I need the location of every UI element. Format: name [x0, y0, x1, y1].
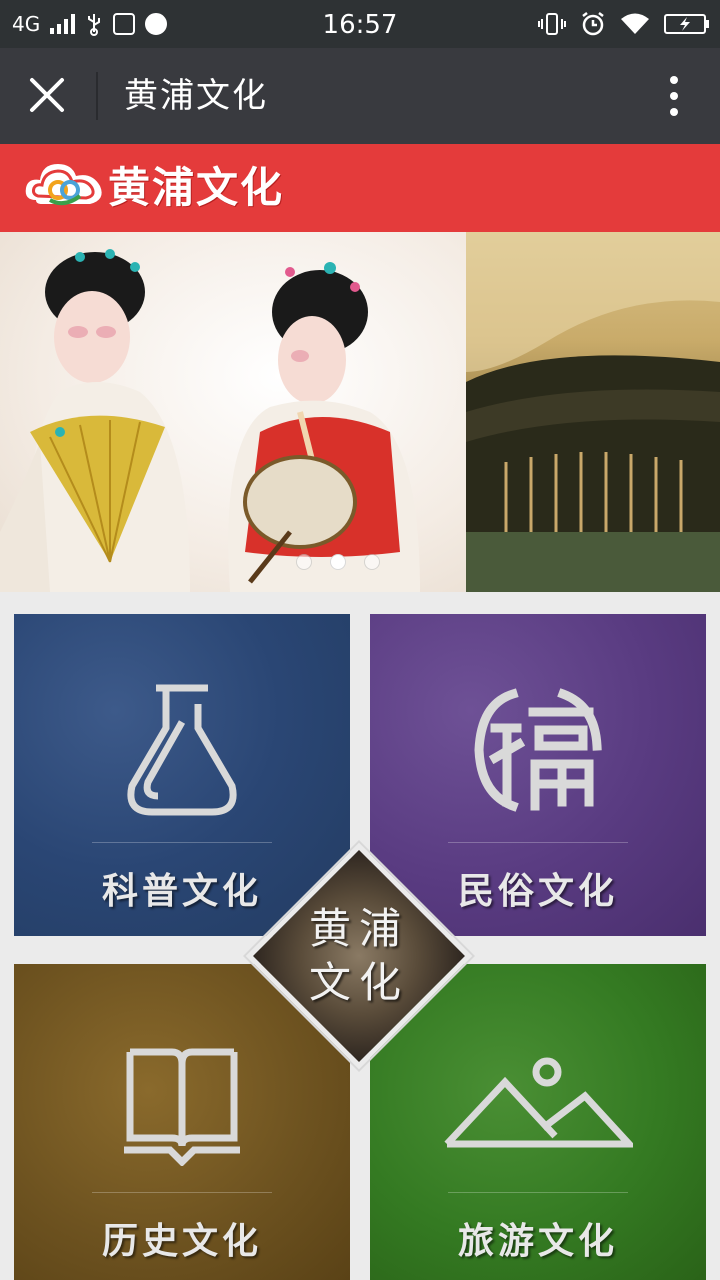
- brand-logo-icon: [25, 164, 102, 206]
- vibrate-icon: [538, 13, 566, 35]
- carousel-dot-1[interactable]: [296, 554, 312, 570]
- wifi-icon: [621, 13, 649, 34]
- status-bar: 4G 16:57: [0, 0, 720, 48]
- carousel-dot-2[interactable]: [330, 554, 346, 570]
- center-diamond[interactable]: [245, 842, 473, 1070]
- flask-icon: [14, 682, 350, 822]
- nav-divider: [96, 72, 98, 120]
- brand-header: 黄浦文化: [0, 144, 720, 232]
- center-emblem[interactable]: 黄浦 文化: [245, 842, 473, 1070]
- tile-separator: [92, 1192, 272, 1193]
- banner-slide-architecture[interactable]: [466, 232, 720, 592]
- tile-separator: [448, 1192, 628, 1193]
- battery-charging-icon: [664, 14, 709, 34]
- banner-slide-opera[interactable]: [0, 232, 466, 592]
- carousel-dot-3[interactable]: [364, 554, 380, 570]
- status-right: [538, 0, 710, 48]
- opera-performers-image: [0, 249, 420, 592]
- close-icon: [30, 78, 64, 112]
- ancient-building-image: [466, 232, 720, 592]
- page-title: 黄浦文化: [124, 76, 268, 116]
- alarm-icon: [582, 12, 604, 36]
- fu-character-icon: [370, 684, 706, 814]
- more-button[interactable]: [654, 74, 694, 118]
- close-button[interactable]: [24, 74, 72, 118]
- banner-carousel[interactable]: [0, 232, 720, 592]
- carousel-indicators: [296, 554, 380, 570]
- nav-bar: 黄浦文化: [0, 48, 720, 144]
- tile-label: 旅游文化: [457, 1221, 618, 1262]
- mountain-icon: [370, 1056, 706, 1152]
- more-vertical-icon: [670, 76, 678, 116]
- tile-label: 历史文化: [101, 1221, 262, 1262]
- tile-separator: [448, 842, 628, 843]
- brand-name: 黄浦文化: [108, 163, 285, 212]
